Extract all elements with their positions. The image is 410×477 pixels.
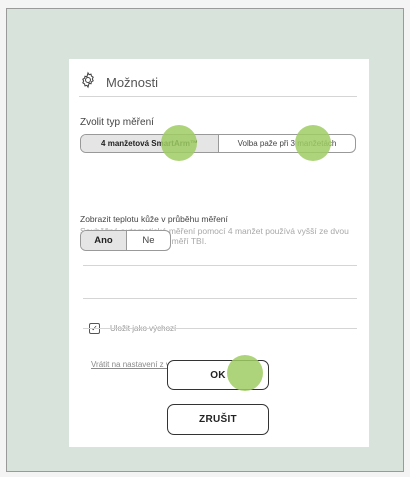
divider bbox=[83, 328, 357, 329]
option-4-cuff-smartarm[interactable]: 4 manžetová SmartArm™ bbox=[81, 135, 218, 152]
app-frame: Možnosti Zvolit typ měření 4 manžetová S… bbox=[6, 8, 404, 472]
ok-button[interactable]: OK bbox=[167, 360, 269, 390]
options-dialog: Možnosti Zvolit typ měření 4 manžetová S… bbox=[69, 59, 369, 447]
dialog-header: Možnosti bbox=[79, 71, 357, 93]
skin-temperature-selector: Ano Ne bbox=[80, 230, 171, 251]
measurement-type-label: Zvolit typ měření bbox=[80, 117, 154, 128]
option-3-cuff-arm-select[interactable]: Volba paže při 3 manžetách bbox=[218, 135, 355, 152]
option-no[interactable]: Ne bbox=[126, 231, 170, 250]
skin-temperature-label: Zobrazit teplotu kůže v průběhu měření bbox=[80, 214, 228, 224]
dialog-title: Možnosti bbox=[106, 74, 159, 90]
measurement-type-selector: 4 manžetová SmartArm™ Volba paže při 3 m… bbox=[80, 134, 356, 153]
option-yes[interactable]: Ano bbox=[81, 231, 126, 250]
divider bbox=[83, 265, 357, 266]
divider bbox=[83, 298, 357, 299]
cancel-button[interactable]: ZRUŠIT bbox=[167, 404, 269, 435]
header-divider bbox=[79, 96, 357, 97]
gear-icon bbox=[79, 71, 97, 94]
